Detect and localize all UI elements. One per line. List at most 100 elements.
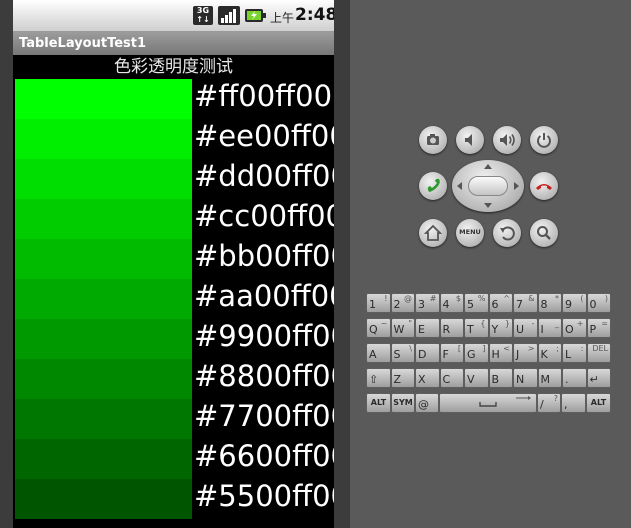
key-label: ⇧ [369, 373, 379, 386]
camera-icon [427, 134, 439, 145]
home-button[interactable] [419, 219, 447, 247]
key-label: E [418, 323, 425, 336]
keyboard-key[interactable]: O + [562, 318, 587, 338]
color-swatch [15, 79, 192, 119]
keyboard-key[interactable]: D [415, 343, 440, 363]
keyboard-key[interactable]: 2 @ [390, 293, 415, 313]
menu-button[interactable]: MENU [456, 219, 484, 247]
keyboard-key[interactable]: DEL [586, 343, 611, 363]
keyboard-key[interactable]: K; [537, 343, 562, 363]
key-label: B [491, 373, 500, 386]
keyboard-key[interactable]: 8 * [537, 293, 562, 313]
key-label: ↵ [589, 373, 599, 386]
key-label: U [516, 323, 525, 336]
power-button[interactable] [530, 126, 558, 154]
key-alt-label: ~ [380, 319, 388, 328]
keyboard-key[interactable]: P = [586, 318, 611, 338]
color-swatch [15, 239, 192, 279]
keyboard-key[interactable]: . [562, 368, 587, 388]
alt-right-label: ALT [590, 398, 607, 407]
call-button[interactable] [419, 172, 447, 200]
keyboard-key[interactable]: 7 & [513, 293, 538, 313]
camera-button[interactable] [419, 126, 447, 154]
color-code-label: #ee00ff00 [194, 119, 334, 153]
network-3g-icon: 3G ↑↓ [193, 6, 213, 25]
table-row: #ee00ff00 [13, 119, 334, 159]
sym-key[interactable]: SYM [391, 393, 415, 413]
keyboard-key[interactable]: I _ [537, 318, 562, 338]
keyboard-key[interactable]: 4 $ [439, 293, 464, 313]
color-table: #ff00ff00 #ee00ff00 #dd00ff00 #cc00ff00 #bb0… [13, 79, 334, 519]
keyboard-key[interactable]: Q ~ [366, 318, 391, 338]
keyboard-key[interactable]: 9( [562, 293, 587, 313]
color-code-label: #8800ff00 [194, 359, 334, 393]
color-swatch [15, 479, 192, 519]
end-call-button[interactable] [530, 172, 558, 200]
keyboard-key[interactable]: 0) [586, 293, 611, 313]
keyboard-key[interactable]: Z [390, 368, 415, 388]
keyboard-key[interactable]: 1! [366, 293, 391, 313]
keyboard-key[interactable]: S \ [390, 343, 415, 363]
key-label: O [565, 323, 574, 336]
keyboard-key[interactable]: U- [513, 318, 538, 338]
key-label: 1 [369, 298, 376, 311]
volume-down-icon [465, 134, 472, 146]
menu-label: MENU [459, 228, 481, 236]
key-alt-label: # [429, 294, 437, 303]
keyboard-key[interactable]: F[ [439, 343, 464, 363]
keyboard-key[interactable]: X [415, 368, 440, 388]
key-alt-label: \ [409, 344, 412, 353]
keyboard-key[interactable]: M [537, 368, 562, 388]
key-label: 9 [565, 298, 572, 311]
app-title: TableLayoutTest1 [19, 36, 147, 51]
comma-key[interactable]: , [561, 393, 586, 413]
space-key[interactable] [439, 393, 537, 413]
back-button[interactable] [493, 219, 521, 247]
slash-alt-label: ? [553, 394, 558, 403]
alt-right-key[interactable]: ALT [586, 393, 611, 413]
color-swatch [15, 439, 192, 479]
key-alt-label: ) [604, 294, 608, 303]
keyboard-key[interactable]: A [366, 343, 391, 363]
key-alt-label: & [528, 294, 535, 303]
phone-screen: 3G ↑↓ 上午 2:48 TableLayoutTest1 色彩透明度测试 #f… [13, 0, 334, 528]
slash-key[interactable]: /? [537, 393, 561, 413]
keyboard-key[interactable]: H < [488, 343, 513, 363]
keyboard-key[interactable]: R [439, 318, 464, 338]
alt-left-key[interactable]: ALT [366, 393, 391, 413]
key-alt-label: : [580, 344, 584, 353]
keyboard-key[interactable]: E [415, 318, 440, 338]
key-label: C [442, 373, 451, 386]
keyboard-key[interactable]: W " [390, 318, 415, 338]
keyboard-key[interactable]: J > [513, 343, 538, 363]
keyboard-key[interactable]: L: [562, 343, 587, 363]
dpad-center-button[interactable] [468, 176, 508, 196]
keyboard-key[interactable]: 6 ^ [488, 293, 513, 313]
keyboard-key[interactable]: 3 # [415, 293, 440, 313]
key-label: R [442, 323, 451, 336]
key-label: 7 [516, 298, 523, 311]
keyboard-key[interactable]: ⇧ [366, 368, 391, 388]
color-code-label: #ff00ff00 [194, 79, 333, 113]
keyboard-key[interactable]: ↵ [586, 368, 611, 388]
dpad[interactable] [452, 160, 524, 212]
keyboard-key[interactable]: N [513, 368, 538, 388]
keyboard-key[interactable]: 5% [464, 293, 489, 313]
volume-down-button[interactable] [456, 126, 484, 154]
search-button[interactable] [530, 219, 558, 247]
key-alt-label: ^ [503, 294, 510, 303]
keyboard-key[interactable]: V [464, 368, 489, 388]
key-alt-label: ! [384, 294, 388, 303]
search-icon [537, 226, 551, 240]
volume-up-button[interactable] [493, 126, 521, 154]
color-code-label: #aa00ff00 [194, 279, 334, 313]
color-code-label: #cc00ff00 [194, 199, 334, 233]
device-bezel-left [0, 0, 13, 528]
table-row: #ff00ff00 [13, 79, 334, 119]
keyboard-key[interactable]: G] [464, 343, 489, 363]
keyboard-key[interactable]: C [439, 368, 464, 388]
keyboard-key[interactable]: B [488, 368, 513, 388]
at-key[interactable]: @ [415, 393, 439, 413]
keyboard-key[interactable]: T{ [464, 318, 489, 338]
keyboard-key[interactable]: Y} [488, 318, 513, 338]
